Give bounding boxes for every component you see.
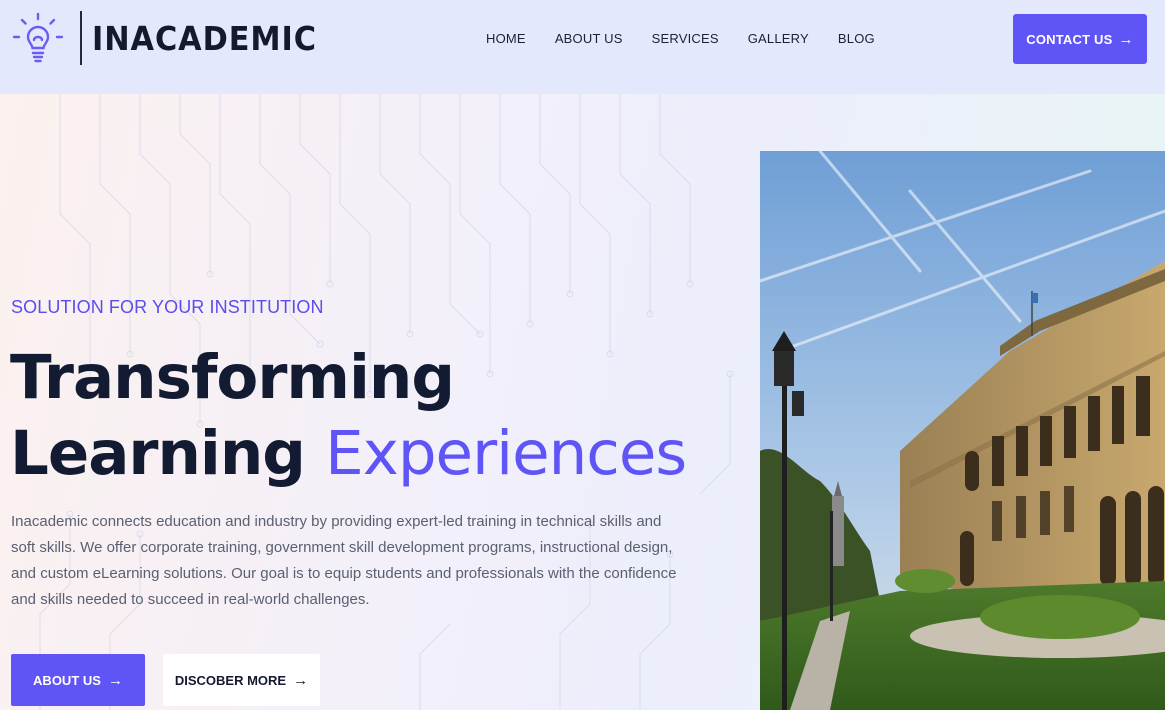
arrow-right-icon: →: [293, 671, 309, 689]
nav-about-us[interactable]: ABOUT US: [555, 31, 623, 46]
headline-line2-bold: Learning: [10, 418, 306, 489]
brand-logo[interactable]: INACADEMIC: [10, 10, 336, 66]
campus-building-photo: [760, 151, 1165, 710]
headline-line2-accent: Experiences: [325, 418, 687, 489]
discover-more-label: DISCOBER MORE: [174, 672, 287, 688]
discover-more-button[interactable]: DISCOBER MORE →: [163, 654, 320, 706]
hero-eyebrow: SOLUTION FOR YOUR INSTITUTION: [11, 297, 324, 317]
arrow-right-icon: →: [1118, 30, 1134, 48]
main-nav: HOME ABOUT US SERVICES GALLERY BLOG: [486, 31, 875, 46]
nav-gallery[interactable]: GALLERY: [748, 31, 809, 46]
nav-services[interactable]: SERVICES: [652, 31, 719, 46]
lightbulb-icon: [12, 12, 64, 63]
hero-headline: Transforming Learning Experiences: [10, 340, 687, 492]
hero-section: SOLUTION FOR YOUR INSTITUTION Transformi…: [0, 94, 1165, 710]
contact-us-button[interactable]: CONTACT US →: [1013, 14, 1147, 64]
brand-name: INACADEMIC: [92, 18, 317, 58]
logo-divider: [80, 11, 82, 65]
about-us-button[interactable]: ABOUT US →: [11, 654, 145, 706]
arrow-right-icon: →: [107, 671, 123, 689]
contact-us-label: CONTACT US: [1026, 31, 1113, 47]
about-us-label: ABOUT US: [33, 672, 101, 688]
hero-description: Inacademic connects education and indust…: [11, 513, 677, 608]
nav-blog[interactable]: BLOG: [838, 31, 875, 46]
headline-line1: Transforming: [10, 342, 455, 413]
nav-home[interactable]: HOME: [486, 31, 526, 46]
site-header: INACADEMIC HOME ABOUT US SERVICES GALLER…: [0, 0, 1165, 94]
